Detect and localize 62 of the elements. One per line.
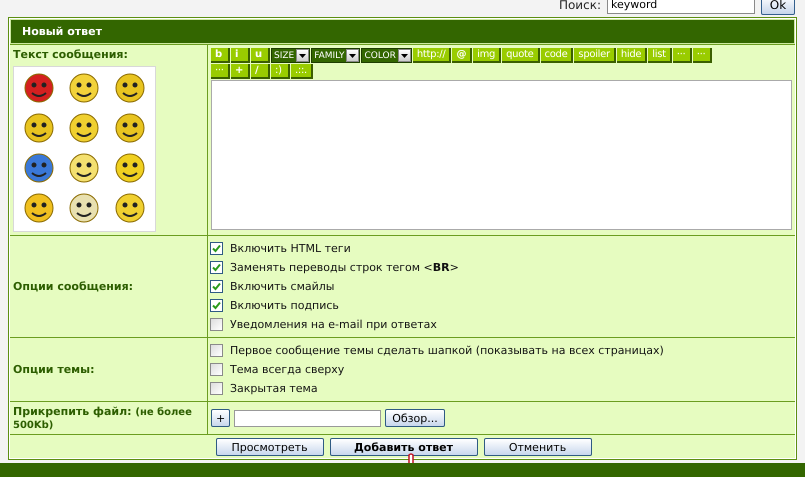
checkbox[interactable] [210, 363, 223, 376]
toolbar-button[interactable]: img [473, 48, 502, 63]
toolbar-button[interactable]: + [231, 64, 250, 79]
toolbar-button[interactable]: / [251, 64, 270, 79]
checkbox-label: Включить подпись [230, 299, 339, 312]
smiley-icon[interactable] [22, 73, 55, 105]
smiley-icon[interactable] [68, 73, 100, 105]
format-select[interactable]: SIZE [271, 48, 310, 63]
checkbox-label: Включить смайлы [230, 280, 334, 293]
checkbox[interactable] [210, 318, 223, 331]
field-label: Текст сообщения: [13, 48, 129, 61]
form-button[interactable]: Добавить ответ [330, 438, 478, 456]
smiley-icon[interactable] [114, 193, 146, 225]
toolbar-button[interactable]: code [540, 48, 574, 63]
checkbox[interactable] [210, 382, 223, 395]
toolbar-button[interactable]: :) [271, 64, 290, 79]
checkbox-label: Закрытая тема [230, 382, 318, 395]
checkbox-label: Включить HTML теги [230, 242, 351, 255]
field-label: Опции темы: [13, 363, 96, 376]
toolbar-button[interactable]: ··· [211, 64, 230, 79]
smiley-icon[interactable] [22, 153, 55, 185]
toolbar-button[interactable]: @ [452, 48, 472, 63]
toolbar-button[interactable]: quote [502, 48, 540, 63]
checkbox[interactable] [210, 280, 223, 293]
field-label: Прикрепить файл: (не более 500Kb) [13, 405, 193, 431]
form-header: Новый ответ [10, 19, 795, 44]
toolbar-button[interactable]: spoiler [574, 48, 616, 63]
toolbar-button[interactable]: list [648, 48, 672, 63]
toolbar-button[interactable]: http:// [412, 48, 452, 63]
file-path-field[interactable] [234, 410, 382, 426]
toolbar-button[interactable]: hide [616, 48, 648, 63]
smiley-icon[interactable] [114, 113, 146, 145]
form-button[interactable]: Отменить [484, 438, 592, 456]
checkbox[interactable] [210, 242, 223, 255]
toolbar-button[interactable]: .::. [291, 64, 313, 79]
toolbar-button[interactable]: ··· [672, 48, 692, 63]
format-select[interactable]: COLOR [361, 48, 412, 63]
smiley-icon[interactable] [68, 113, 100, 145]
toolbar-button[interactable]: b [211, 48, 230, 63]
smiley-icon[interactable] [114, 153, 146, 185]
add-file-button[interactable]: + [211, 409, 230, 427]
field-label: Опции сообщения: [13, 280, 134, 293]
checkbox[interactable] [210, 261, 223, 274]
smiley-icon[interactable] [68, 153, 100, 185]
toolbar-button[interactable]: ··· [692, 48, 712, 63]
checkbox-label: Первое сообщение темы сделать шапкой (показывать на всех страницах) [230, 344, 664, 357]
smiley-icon[interactable] [22, 113, 55, 145]
toolbar-button[interactable]: u [251, 48, 270, 63]
search-label: Поиск: [558, 0, 601, 12]
browse-button[interactable]: Обзор... [385, 409, 445, 427]
smiley-icon[interactable] [68, 193, 100, 225]
toolbar-button[interactable]: i [231, 48, 250, 63]
checkbox[interactable] [210, 299, 223, 312]
format-select[interactable]: FAMILY [311, 48, 360, 63]
checkbox-label: Тема всегда сверху [230, 363, 344, 376]
smiley-icon[interactable] [114, 73, 146, 105]
checkbox-label: Уведомления на e-mail при ответах [230, 318, 437, 331]
checkbox[interactable] [210, 344, 223, 357]
smiley-icon[interactable] [22, 193, 55, 225]
form-button[interactable]: Просмотреть [216, 438, 324, 456]
search-field[interactable]: keyword [607, 0, 755, 14]
checkbox-label: Заменять переводы строк тегом <BR> [230, 261, 459, 274]
